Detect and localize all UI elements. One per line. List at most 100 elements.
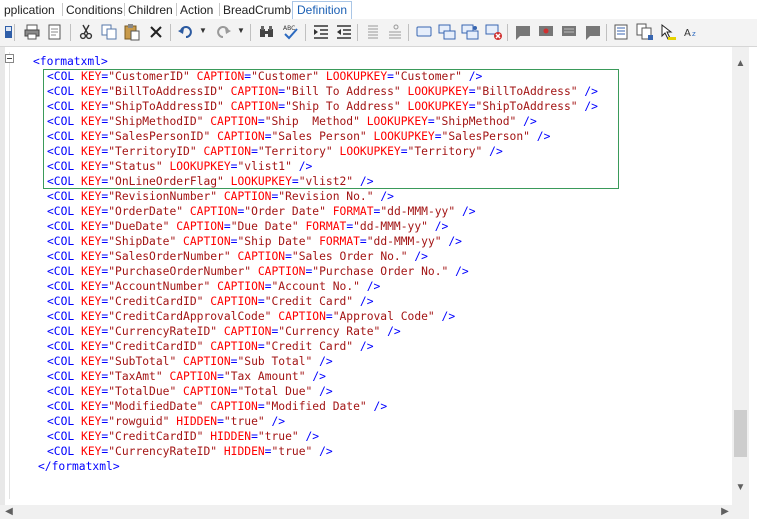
attribute-value: "CreditCardID" <box>108 430 204 443</box>
scroll-up-icon[interactable]: ▲ <box>732 55 749 72</box>
delete-comment-icon[interactable] <box>485 23 503 41</box>
tag-close: /> <box>407 250 428 263</box>
horizontal-scrollbar[interactable]: ◀ ▶ <box>0 505 749 519</box>
root-close-tag: </formatxml> <box>38 459 120 474</box>
svg-text:z: z <box>692 30 696 38</box>
attribute-value: "Sub Total" <box>237 355 313 368</box>
attribute-value: "RevisionNumber" <box>108 190 218 203</box>
attribute-name: KEY <box>81 250 102 263</box>
redo-dropdown-icon[interactable]: ▼ <box>237 26 245 35</box>
copy-icon[interactable] <box>100 23 118 41</box>
tab-application[interactable]: pplication <box>4 2 55 18</box>
track-changes-icon[interactable] <box>584 23 602 41</box>
delete-icon[interactable] <box>147 23 165 41</box>
tag-name: <COL <box>47 415 82 428</box>
bulleted-list-icon[interactable] <box>386 23 404 41</box>
attribute-name: KEY <box>81 325 102 338</box>
equals: = <box>223 220 231 233</box>
attribute-name: CAPTION <box>176 385 231 398</box>
attribute-value: "SalesOrderNumber" <box>108 250 231 263</box>
attribute-value: "Order Date" <box>244 205 326 218</box>
add-comment-icon[interactable] <box>438 23 456 41</box>
attribute-value: "TotalDue" <box>108 385 177 398</box>
equals: = <box>359 235 367 248</box>
cut-icon[interactable] <box>77 23 95 41</box>
tab-conditions[interactable]: Conditions <box>66 2 123 18</box>
attribute-value: "Credit Card" <box>264 295 354 308</box>
scroll-thumb[interactable] <box>734 410 747 457</box>
paste-icon[interactable] <box>123 23 141 41</box>
scroll-left-icon[interactable]: ◀ <box>2 505 16 519</box>
equals: = <box>217 370 224 383</box>
copy-doc-icon[interactable] <box>636 23 654 41</box>
save-icon[interactable] <box>0 23 12 41</box>
tag-name: <COL <box>47 235 82 248</box>
tag-name: <COL <box>47 280 82 293</box>
attribute-value: "CreditCardID" <box>108 340 204 353</box>
attribute-value: "SubTotal" <box>108 355 177 368</box>
attribute-value: "CurrencyRateID" <box>108 445 218 458</box>
scroll-down-icon[interactable]: ▼ <box>732 479 749 496</box>
attribute-name: KEY <box>81 235 102 248</box>
attribute-value: "CreditCardID" <box>108 295 204 308</box>
code-line: <COL KEY="CreditCardID" CAPTION="Credit … <box>47 294 374 309</box>
indent-icon[interactable] <box>312 23 330 41</box>
attribute-name: CAPTION <box>217 190 272 203</box>
code-line: <COL KEY="TaxAmt" CAPTION="Tax Amount" /… <box>47 369 326 384</box>
outdent-icon[interactable] <box>335 23 353 41</box>
root-close-text: </formatxml> <box>38 460 120 473</box>
print-preview-icon[interactable] <box>46 23 64 41</box>
tag-close: /> <box>455 205 476 218</box>
tab-children[interactable]: Children <box>128 2 173 18</box>
numbered-list-icon[interactable] <box>364 23 382 41</box>
attribute-value: "AccountNumber" <box>108 280 211 293</box>
attribute-name: KEY <box>81 280 102 293</box>
attribute-name: CAPTION <box>162 370 218 383</box>
next-comment-icon[interactable] <box>537 23 555 41</box>
code-line: <COL KEY="PurchaseOrderNumber" CAPTION="… <box>47 264 469 279</box>
spellcheck-icon[interactable]: ABC <box>282 23 300 41</box>
find-icon[interactable] <box>258 23 276 41</box>
tag-name: <COL <box>47 355 82 368</box>
undo-icon[interactable] <box>177 23 195 41</box>
tag-close: /> <box>305 370 326 383</box>
toolbar-separator <box>305 24 306 41</box>
tab-definition[interactable]: Definition <box>292 1 353 19</box>
equals: = <box>325 310 333 323</box>
attribute-name: KEY <box>81 295 102 308</box>
font-size-icon[interactable]: Az <box>683 23 701 41</box>
attribute-name: KEY <box>81 340 102 353</box>
tab-action[interactable]: Action <box>180 2 213 18</box>
attribute-value: "true" <box>257 430 299 443</box>
editor-toolbar: ▼ ▼ ABC A z <box>0 19 757 47</box>
redo-icon[interactable] <box>214 23 232 41</box>
tag-close: /> <box>373 190 394 203</box>
code-line: <COL KEY="SubTotal" CAPTION="Sub Total" … <box>47 354 333 369</box>
highlight-icon[interactable] <box>659 23 677 41</box>
reply-comment-icon[interactable] <box>461 23 479 41</box>
comments-icon[interactable] <box>560 23 578 41</box>
tag-name: <COL <box>47 250 82 263</box>
code-line: <COL KEY="rowguid" HIDDEN="true" /> <box>47 414 285 429</box>
scroll-right-icon[interactable]: ▶ <box>718 505 732 519</box>
tab-bar: pplication Conditions Children Action Br… <box>0 0 757 20</box>
attribute-value: "PurchaseOrderNumber" <box>108 265 252 278</box>
attribute-name: KEY <box>81 370 102 383</box>
previous-comment-icon[interactable] <box>514 23 532 41</box>
collapse-icon[interactable] <box>5 54 14 63</box>
attribute-name: HIDDEN <box>169 415 218 428</box>
undo-dropdown-icon[interactable]: ▼ <box>199 26 207 35</box>
attribute-name: CAPTION <box>230 250 286 263</box>
attribute-name: KEY <box>81 385 102 398</box>
print-icon[interactable] <box>23 23 41 41</box>
attribute-value: "Purchase Order No." <box>312 265 449 278</box>
preview-icon[interactable] <box>613 23 631 41</box>
comment-icon[interactable] <box>415 23 433 41</box>
tag-name: <COL <box>47 295 82 308</box>
code-line: <COL KEY="DueDate" CAPTION="Due Date" FO… <box>47 219 448 234</box>
root-open-tag: <formatxml> <box>33 54 108 69</box>
vertical-scrollbar[interactable]: ▲ ▼ <box>732 47 749 505</box>
xml-editor[interactable]: <formatxml> <COL KEY="CustomerID" CAPTIO… <box>0 47 757 519</box>
tab-divider <box>219 3 220 16</box>
tab-breadcrumb[interactable]: BreadCrumb <box>223 2 291 18</box>
